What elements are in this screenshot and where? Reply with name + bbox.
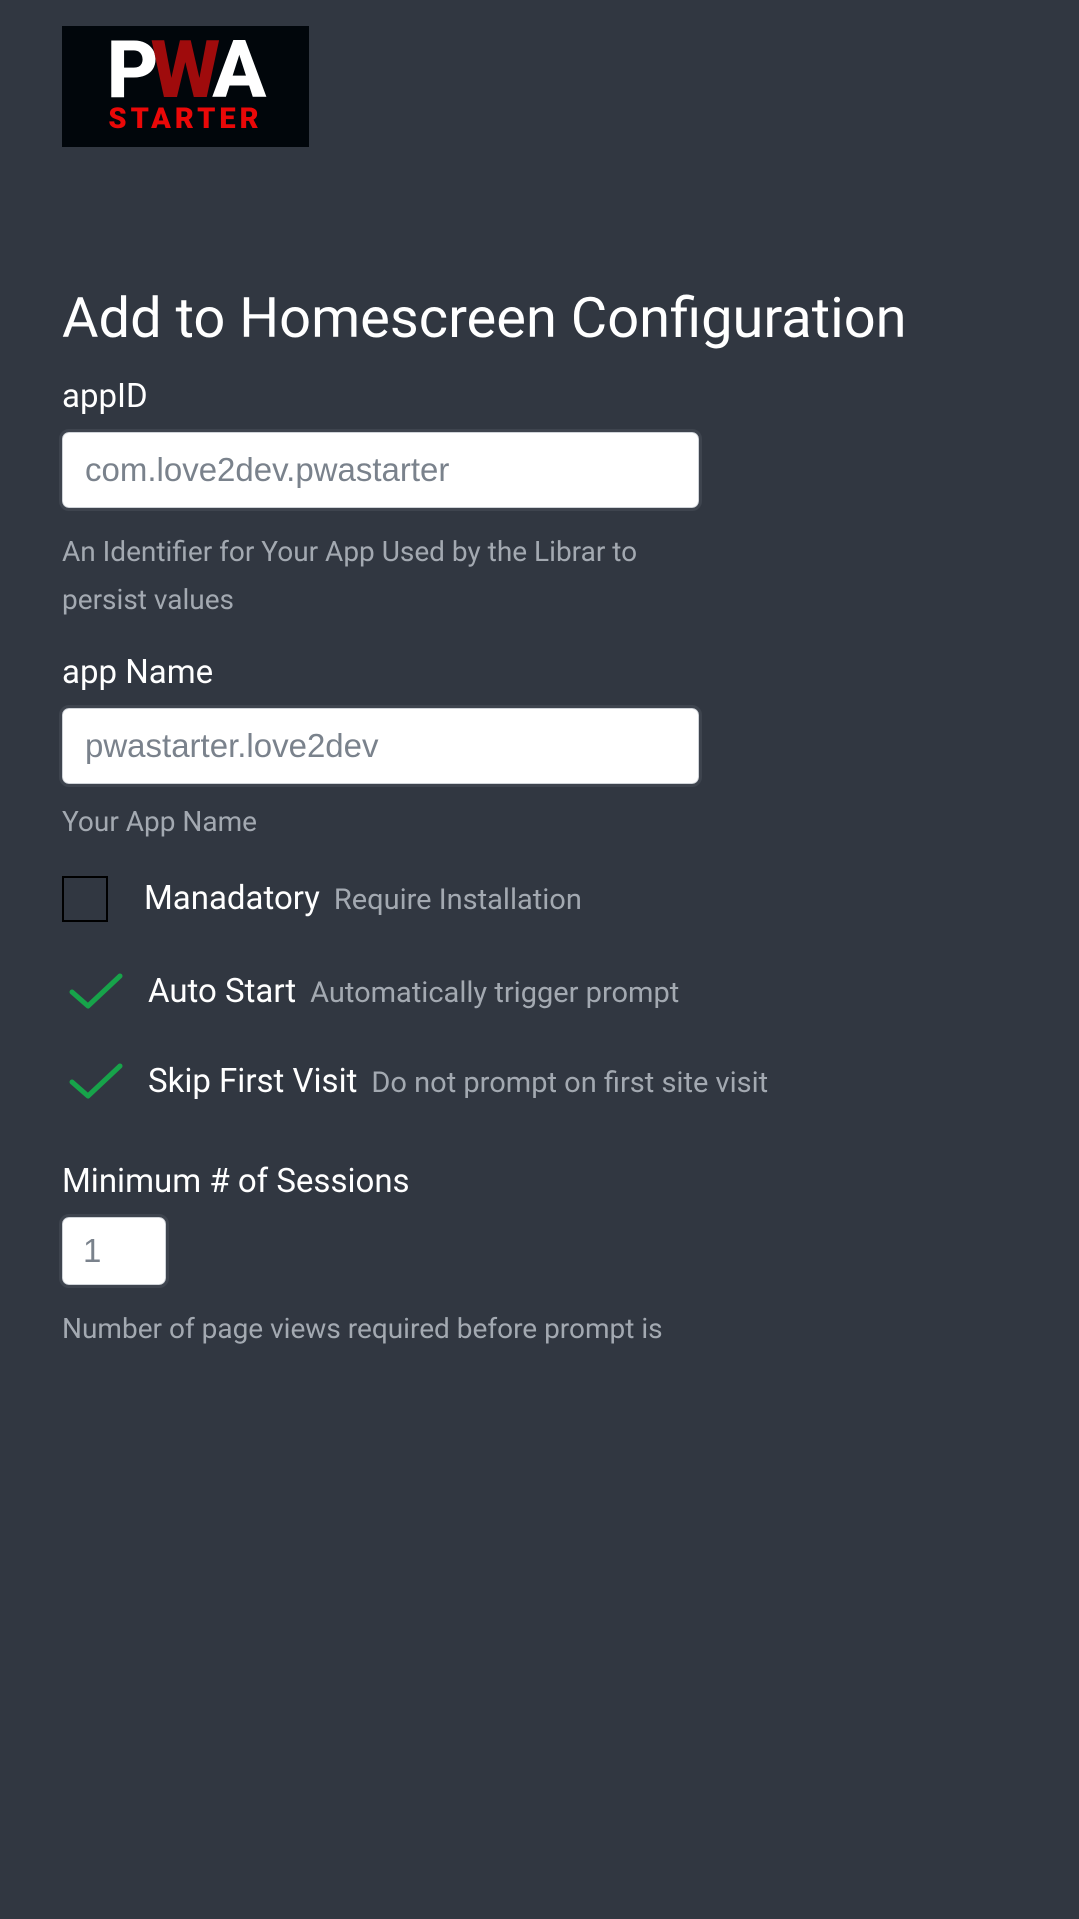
page-title: Add to Homescreen Configuration	[62, 283, 1017, 353]
auto-start-label: Auto Start	[148, 972, 296, 1011]
logo-letter-w: W	[150, 30, 218, 110]
mandatory-row: Manadatory Require Installation	[62, 876, 1017, 922]
skip-first-label: Skip First Visit	[148, 1062, 357, 1101]
logo-letter-a: A	[212, 30, 264, 110]
min-sessions-label: Minimum # of Sessions	[62, 1162, 1017, 1201]
skip-first-desc: Do not prompt on first site visit	[371, 1066, 768, 1100]
min-sessions-input[interactable]	[62, 1217, 166, 1285]
skip-first-row: Skip First Visit Do not prompt on first …	[62, 1062, 1017, 1102]
app-id-input[interactable]	[62, 432, 699, 508]
check-icon	[68, 972, 124, 1012]
mandatory-label: Manadatory	[144, 879, 320, 918]
mandatory-desc: Require Installation	[334, 883, 582, 917]
app-name-help: Your App Name	[62, 798, 702, 846]
pwa-starter-logo: P W A STARTER	[62, 26, 309, 147]
auto-start-desc: Automatically trigger prompt	[310, 976, 679, 1010]
app-id-label: appID	[62, 377, 1017, 416]
min-sessions-help: Number of page views required before pro…	[62, 1305, 702, 1353]
logo-subtitle: STARTER	[108, 102, 262, 136]
app-name-label: app Name	[62, 653, 1017, 692]
app-id-help: An Identifier for Your App Used by the L…	[62, 528, 702, 623]
auto-start-checkbox[interactable]	[68, 972, 124, 1012]
check-icon	[68, 1062, 124, 1102]
app-id-group: appID An Identifier for Your App Used by…	[62, 377, 1017, 623]
app-name-input[interactable]	[62, 708, 699, 784]
auto-start-row: Auto Start Automatically trigger prompt	[62, 972, 1017, 1012]
app-name-group: app Name Your App Name	[62, 653, 1017, 846]
logo-letter-p: P	[107, 30, 157, 110]
mandatory-checkbox[interactable]	[62, 876, 108, 922]
skip-first-checkbox[interactable]	[68, 1062, 124, 1102]
min-sessions-group: Minimum # of Sessions Number of page vie…	[62, 1162, 1017, 1353]
